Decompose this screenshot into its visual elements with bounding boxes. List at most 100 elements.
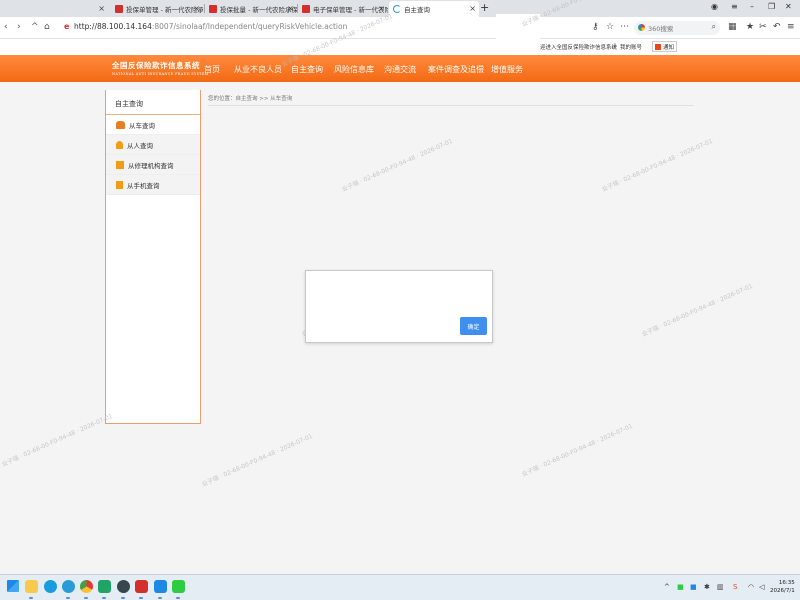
scissors-icon[interactable]: ✂	[759, 22, 767, 32]
browser-tab[interactable]: 投保单管理 - 新一代农险承保 ×	[111, 1, 203, 17]
tab-label: 自主查询	[404, 6, 430, 14]
watermark: 业子瑞 · 02-68-00-F0-94-48 · 2026-07-01	[0, 412, 114, 469]
close-icon[interactable]: ×	[193, 4, 200, 13]
running-indicator	[102, 597, 106, 599]
nav-self-query[interactable]: 自主查询	[291, 64, 323, 75]
browser-tab[interactable]: ×	[0, 1, 110, 17]
url-field[interactable]: e http://88.100.14.164:8007/sinolaaf/Inde…	[64, 22, 347, 31]
running-indicator	[139, 597, 143, 599]
wifi-icon[interactable]: ◠	[748, 583, 754, 591]
alert-dialog: 确定	[305, 270, 493, 343]
clock-time: 16:35	[778, 580, 795, 586]
wechat-tray-icon[interactable]: ■	[677, 583, 684, 591]
apps-icon[interactable]: ▦	[728, 22, 737, 32]
sidebar-item-label: 从车查询	[129, 121, 155, 130]
search-icon[interactable]: ⌕	[712, 22, 716, 32]
watermark: 业子瑞 · 02-68-00-F0-94-48 · 2026-07-01	[520, 422, 634, 479]
url-host: http://88.100.14.164	[74, 22, 152, 31]
search-placeholder: 360搜索	[648, 25, 674, 33]
ime-icon[interactable]: S	[733, 583, 737, 591]
tab-label: 电子保单管理 - 新一代农险承	[313, 6, 388, 14]
my-account-link[interactable]: 我的账号	[620, 43, 642, 51]
back-icon[interactable]: ‹	[4, 22, 8, 32]
nav-risk-db[interactable]: 风险信息库	[334, 64, 374, 75]
nav-communication[interactable]: 沟通交流	[384, 64, 416, 75]
sidebar-item-vehicle-query[interactable]: 从车查询	[106, 115, 200, 135]
undo-icon[interactable]: ↶	[773, 22, 781, 32]
start-icon[interactable]	[7, 580, 19, 592]
network-icon[interactable]: ▥	[717, 583, 724, 591]
site-logo[interactable]: 全国反保险欺诈信息系统 NATIONAL ANTI INSURANCE FRAU…	[112, 60, 209, 76]
sidebar-item-person-query[interactable]: 从人查询	[106, 135, 200, 155]
running-indicator	[176, 597, 180, 599]
favorites-icon[interactable]: ★	[746, 22, 754, 32]
search-engine-icon	[638, 24, 645, 31]
close-icon[interactable]: ×	[98, 4, 105, 13]
close-icon[interactable]: ×	[287, 4, 294, 13]
file-explorer-icon[interactable]	[25, 580, 38, 593]
shield-icon[interactable]: ◉	[711, 2, 718, 11]
browser-tab-active[interactable]: 自主查询 ×	[389, 1, 479, 17]
confirm-button[interactable]: 确定	[460, 317, 487, 335]
wechat-icon[interactable]	[172, 580, 185, 593]
messenger-icon[interactable]	[154, 580, 167, 593]
camera-icon[interactable]	[117, 580, 130, 593]
close-window-icon[interactable]: ✕	[785, 2, 792, 11]
menu-icon[interactable]: ≡	[787, 22, 795, 32]
browser-tab-strip: × 投保单管理 - 新一代农险承保 × 投保批量 - 新一代农险承保平 × 电子…	[0, 0, 800, 17]
url-path: :8007/sinolaaf/Independent/queryRiskVehi…	[151, 22, 348, 31]
running-indicator	[121, 597, 125, 599]
site-nav: 全国反保险欺诈信息系统 NATIONAL ANTI INSURANCE FRAU…	[0, 55, 800, 82]
minimize-icon[interactable]: –	[750, 2, 754, 11]
nav-case-investigation[interactable]: 案件调查及追偿	[428, 64, 484, 75]
more-icon[interactable]: ⋯	[620, 22, 629, 32]
org-icon	[116, 160, 124, 169]
notice-button[interactable]: 通知	[652, 41, 678, 52]
volume-icon[interactable]: ◁	[759, 583, 764, 591]
browser-tab[interactable]: 投保批量 - 新一代农险承保平 ×	[205, 1, 297, 17]
mail-icon	[655, 43, 661, 50]
home-icon[interactable]: ⌂	[44, 22, 50, 32]
tray-app-icon[interactable]: ■	[690, 583, 697, 591]
nav-home[interactable]: 首页	[204, 64, 220, 75]
sidebar: 自主查询 从车查询 从人查询 从修理机构查询 从手机查询	[105, 90, 201, 424]
spreadsheet-icon[interactable]	[98, 580, 111, 593]
app-icon[interactable]	[135, 580, 148, 593]
chevron-up-icon[interactable]: ^	[664, 583, 670, 591]
watermark: 业子瑞 · 02-68-00-F0-94-48 · 2026-07-01	[640, 282, 754, 339]
sidebar-item-label: 从人查询	[127, 141, 153, 150]
running-indicator	[158, 597, 162, 599]
restore-icon[interactable]: ❐	[768, 2, 775, 11]
nav-value-added[interactable]: 增值服务	[491, 64, 523, 75]
bluetooth-icon[interactable]: ✱	[704, 583, 710, 591]
divider-text: |	[614, 43, 616, 49]
search-input[interactable]: 360搜索 ⌕	[634, 21, 720, 35]
clock-date: 2026/7/1	[770, 588, 795, 594]
loading-icon	[393, 5, 401, 13]
close-icon[interactable]: ×	[378, 4, 385, 13]
address-bar: ‹ › ^ ⌂ e http://88.100.14.164:8007/sinol…	[0, 17, 800, 39]
key-icon[interactable]: ⚷	[592, 22, 599, 32]
browser-tab[interactable]: 电子保单管理 - 新一代农险承 ×	[298, 1, 388, 17]
sidebar-item-phone-query[interactable]: 从手机查询	[106, 175, 200, 195]
browser-360-icon[interactable]	[62, 580, 75, 593]
notice-label: 通知	[663, 44, 675, 51]
sidebar-item-repair-org-query[interactable]: 从修理机构查询	[106, 155, 200, 175]
new-tab-icon[interactable]: +	[480, 1, 489, 14]
running-indicator	[84, 597, 88, 599]
menu-icon[interactable]: ≡	[731, 2, 738, 11]
star-icon[interactable]: ☆	[606, 22, 614, 32]
phone-icon	[116, 180, 123, 189]
site-favicon-icon	[115, 5, 123, 13]
close-icon[interactable]: ×	[469, 4, 476, 13]
taskbar-clock[interactable]: 16:35 2026/7/1	[770, 579, 795, 595]
edge-icon[interactable]	[44, 580, 57, 593]
sidebar-item-label: 从修理机构查询	[128, 161, 174, 170]
taskbar: ^ ■ ■ ✱ ▥ S ◠ ◁ 16:35 2026/7/1	[0, 574, 800, 600]
chrome-icon[interactable]	[80, 580, 93, 593]
nav-bad-practitioners[interactable]: 从业不良人员	[234, 64, 282, 75]
logo-cn: 全国反保险欺诈信息系统	[112, 61, 200, 70]
watermark: 业子瑞 · 02-68-00-F0-94-48 · 2026-07-01	[340, 137, 454, 194]
chevron-up-icon[interactable]: ^	[31, 22, 39, 32]
forward-icon[interactable]: ›	[17, 22, 21, 32]
